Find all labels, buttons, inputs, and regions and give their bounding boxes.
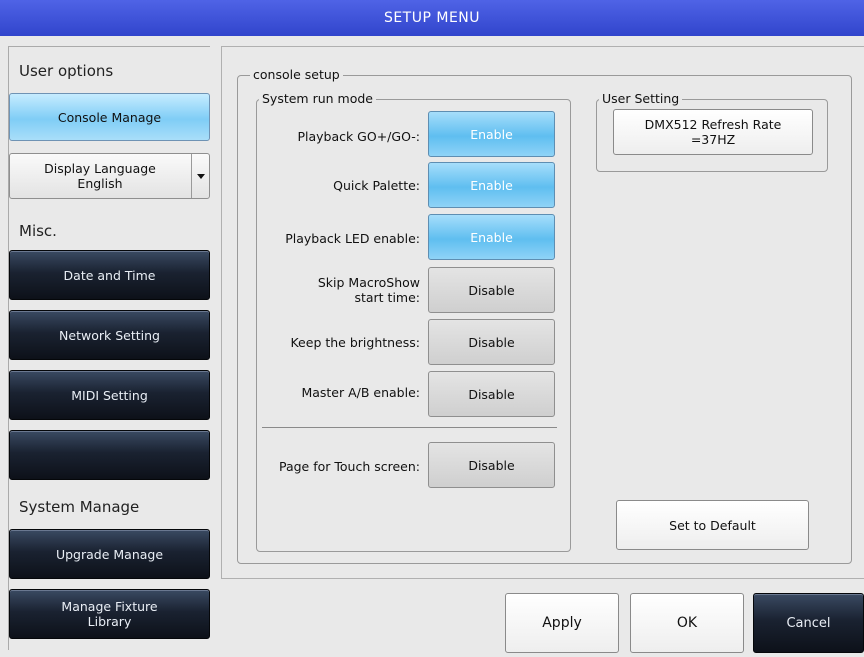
window-title: SETUP MENU <box>0 0 864 36</box>
touch-screen-label: Page for Touch screen: <box>278 459 420 474</box>
skip-macroshow-label: Skip MacroShow start time: <box>317 275 420 305</box>
display-language-value: English <box>77 176 123 191</box>
skip-macroshow-toggle[interactable]: Disable <box>428 267 555 313</box>
keep-brightness-label: Keep the brightness: <box>290 335 420 350</box>
user-setting-title: User Setting <box>599 91 683 106</box>
display-language-label: Display Language English <box>10 154 190 198</box>
console-manage-button[interactable]: Console Manage <box>9 93 210 141</box>
playback-go-label: Playback GO+/GO-: <box>297 129 420 144</box>
manage-fixture-library-button[interactable]: Manage Fixture Library <box>9 589 210 639</box>
master-ab-toggle[interactable]: Disable <box>428 371 555 417</box>
master-ab-label: Master A/B enable: <box>301 385 420 400</box>
date-time-button[interactable]: Date and Time <box>9 250 210 300</box>
quick-palette-toggle[interactable]: Enable <box>428 162 555 208</box>
display-language-dropdown[interactable]: Display Language English <box>9 153 210 199</box>
misc-heading: Misc. <box>19 222 57 240</box>
display-language-title: Display Language <box>44 161 156 176</box>
touch-screen-toggle[interactable]: Disable <box>428 442 555 488</box>
keep-brightness-toggle[interactable]: Disable <box>428 319 555 365</box>
network-setting-button[interactable]: Network Setting <box>9 310 210 360</box>
dropdown-arrow-icon[interactable] <box>191 154 209 198</box>
playback-led-label: Playback LED enable: <box>285 231 420 246</box>
upgrade-manage-button[interactable]: Upgrade Manage <box>9 529 210 579</box>
system-run-mode-title: System run mode <box>259 91 376 106</box>
playback-led-toggle[interactable]: Enable <box>428 214 555 260</box>
apply-button[interactable]: Apply <box>505 593 619 653</box>
cancel-button[interactable]: Cancel <box>753 593 864 653</box>
set-default-button[interactable]: Set to Default <box>616 500 809 550</box>
blank-button[interactable] <box>9 430 210 480</box>
divider <box>262 427 557 428</box>
console-setup-title: console setup <box>250 67 343 82</box>
system-manage-heading: System Manage <box>19 498 140 516</box>
ok-button[interactable]: OK <box>630 593 744 653</box>
midi-setting-button[interactable]: MIDI Setting <box>9 370 210 420</box>
dmx-refresh-rate-button[interactable]: DMX512 Refresh Rate =37HZ <box>613 109 813 155</box>
sidebar: User options Console Manage Display Lang… <box>8 46 210 650</box>
playback-go-toggle[interactable]: Enable <box>428 111 555 157</box>
quick-palette-label: Quick Palette: <box>333 178 420 193</box>
user-options-heading: User options <box>19 62 114 80</box>
